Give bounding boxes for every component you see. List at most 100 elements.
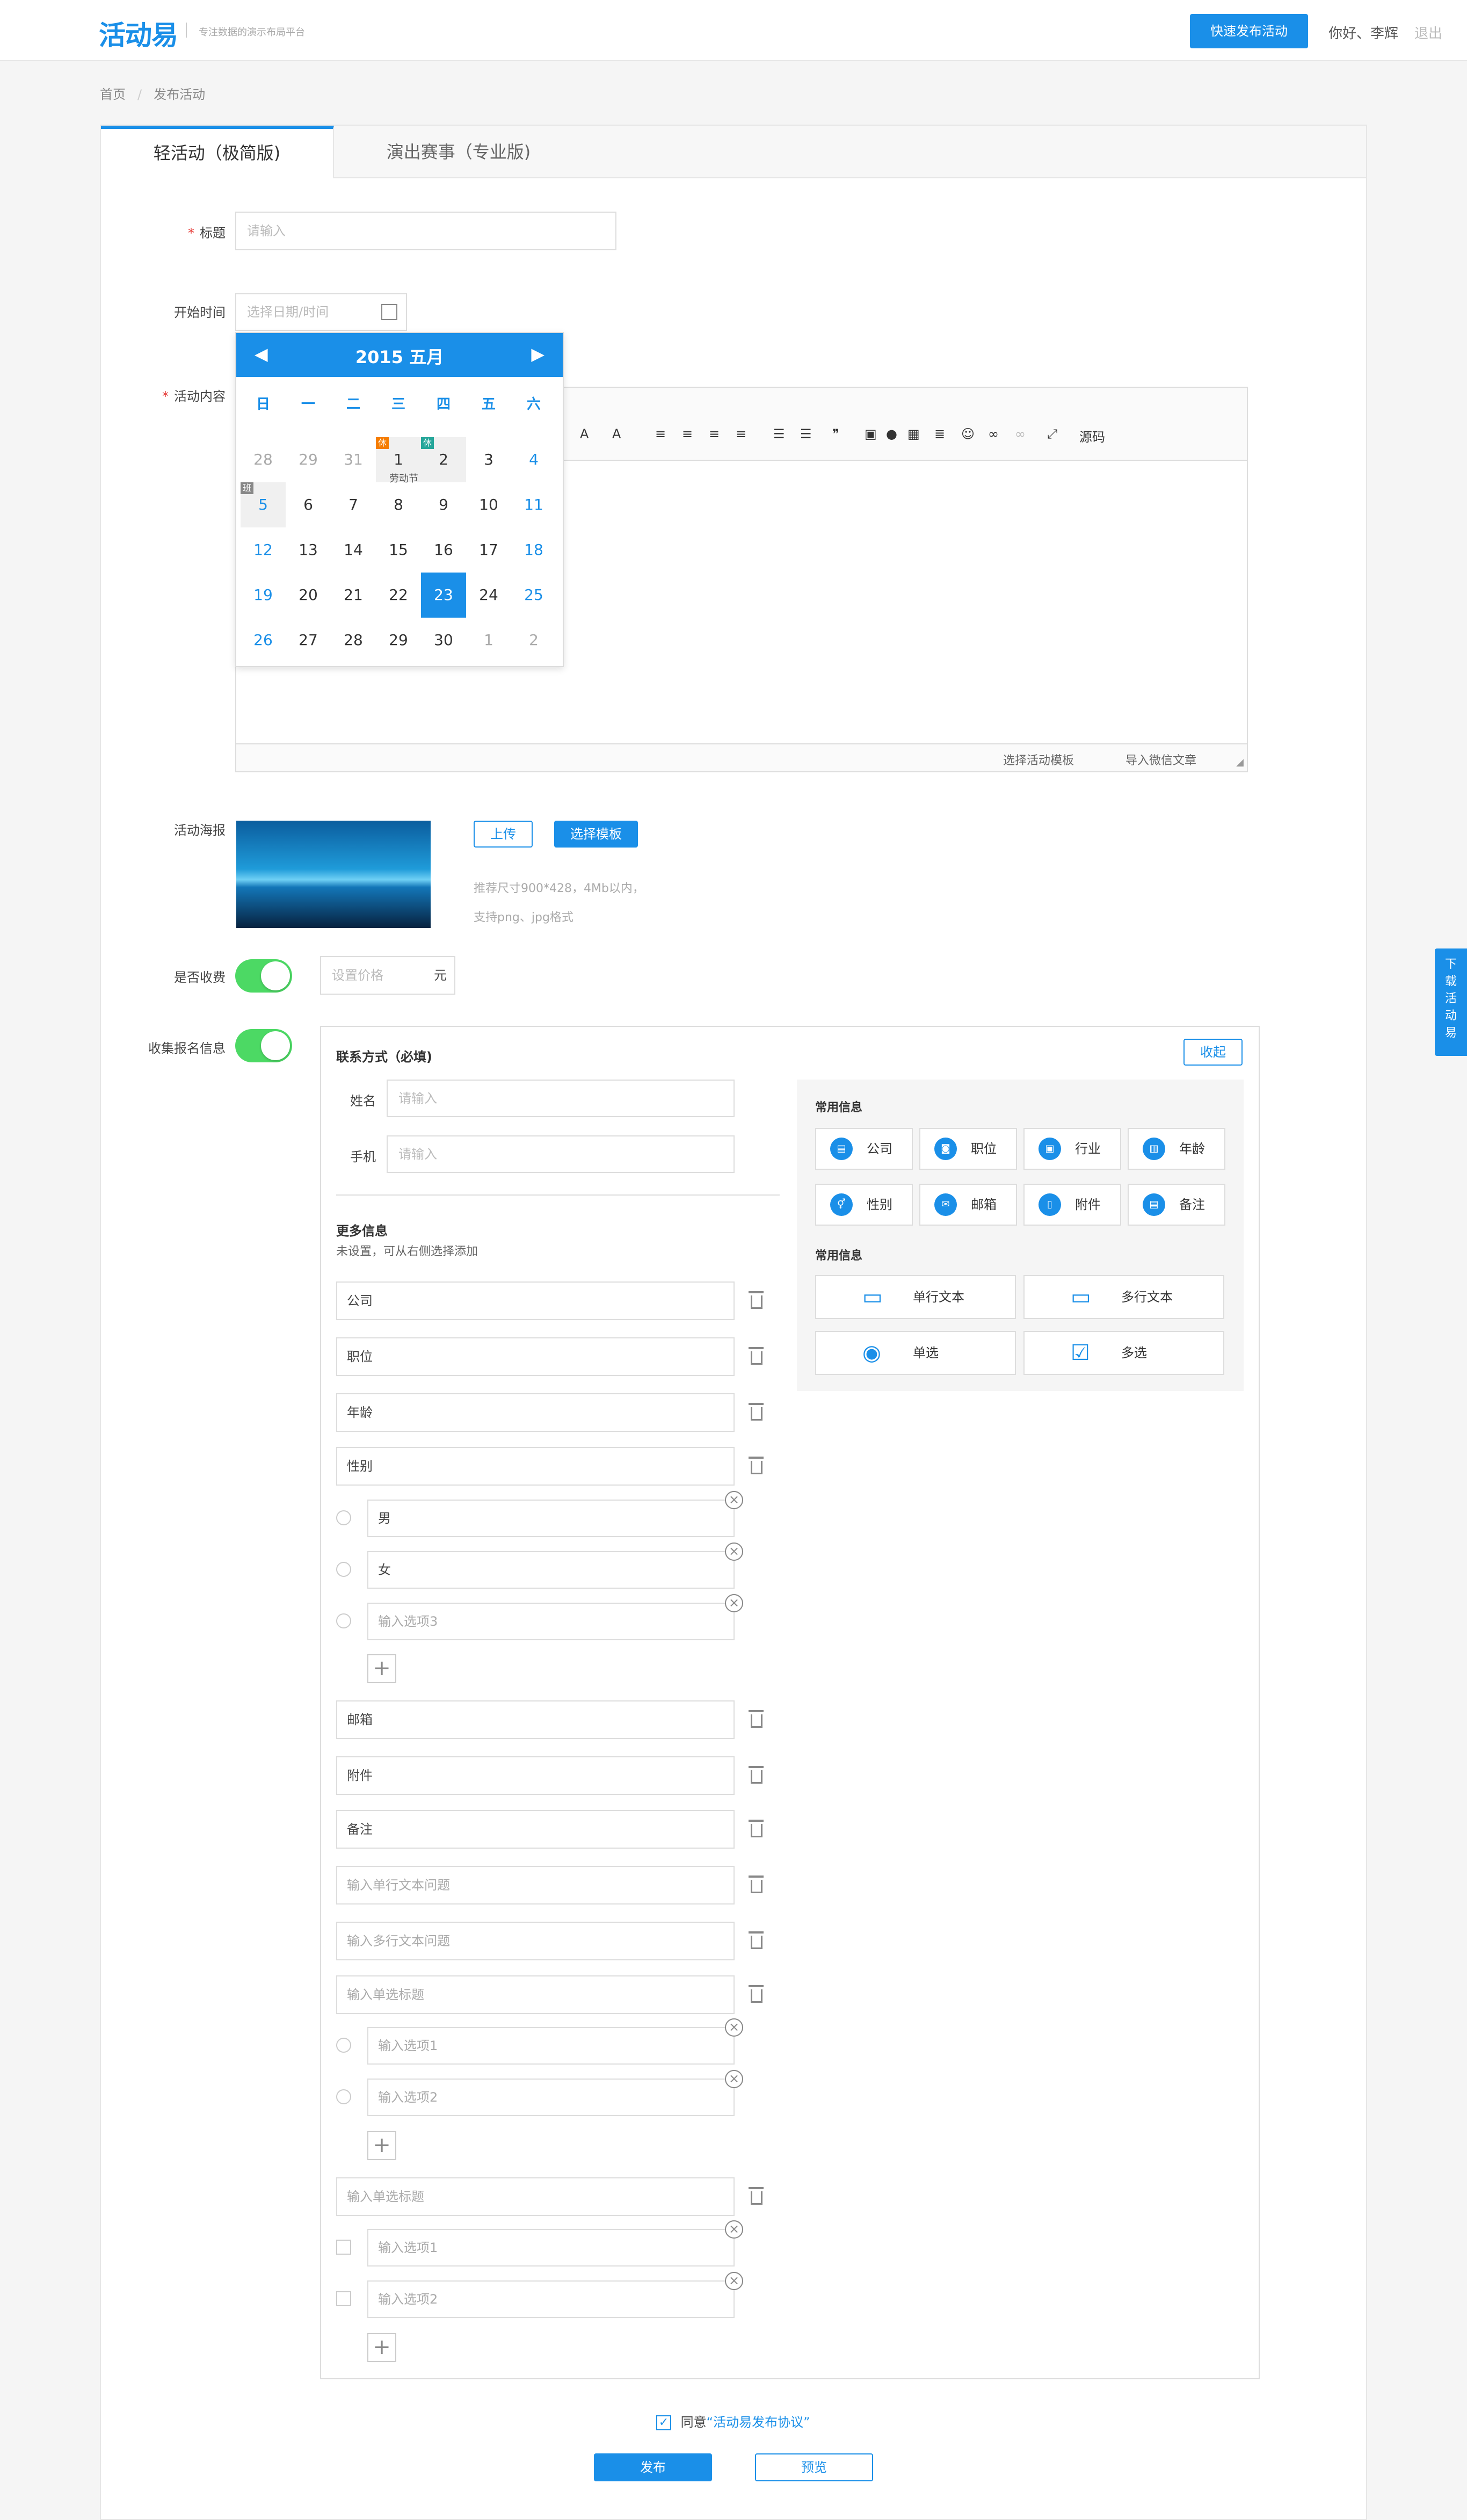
publish-button[interactable]: 发布 [594, 2453, 712, 2481]
resize-handle-icon[interactable]: ◢ [1236, 757, 1244, 768]
form-field[interactable]: 备注 [336, 1810, 735, 1849]
option-input[interactable]: 输入选项3 [367, 1603, 735, 1640]
calendar-day[interactable]: 20 [286, 573, 331, 618]
chip-6[interactable]: ✉ 邮箱 [919, 1184, 1017, 1226]
source-code-button[interactable]: 源码 [1079, 426, 1105, 445]
quick-publish-button[interactable]: 快速发布活动 [1190, 14, 1308, 48]
chip-7[interactable]: ▯ 附件 [1023, 1184, 1121, 1226]
price-input[interactable]: 设置价格元 [320, 956, 455, 995]
form-field[interactable]: 年龄 [336, 1393, 735, 1432]
calendar-day[interactable]: 30 [421, 618, 466, 663]
logout-link[interactable]: 退出 [1414, 23, 1442, 42]
calendar-day[interactable]: 31 [331, 437, 376, 482]
calendar-day[interactable]: 1 [466, 618, 511, 663]
calendar-day[interactable]: 2 [511, 618, 556, 663]
tab-performance[interactable]: 演出赛事（专业版) [335, 126, 582, 178]
chip-8[interactable]: ▤ 备注 [1128, 1184, 1225, 1226]
calendar-day[interactable]: 5班 [241, 482, 286, 527]
calendar-day[interactable]: 21 [331, 573, 376, 618]
checkbox[interactable] [336, 2291, 351, 2306]
select-template-button[interactable]: 选择模板 [554, 821, 638, 848]
logo[interactable]: 活动易 [99, 14, 178, 53]
unlink-icon[interactable]: ∞ [1015, 426, 1026, 441]
collect-toggle[interactable] [235, 1029, 292, 1062]
calendar-icon[interactable] [381, 304, 397, 320]
add-option-button[interactable]: + [367, 2131, 396, 2160]
download-app-tab[interactable]: 下载活动易 [1435, 948, 1467, 1056]
add-option-button[interactable]: + [367, 2333, 396, 2362]
calendar-day[interactable]: 29 [376, 618, 421, 663]
trash-icon[interactable] [747, 1931, 765, 1950]
widget-2[interactable]: ▭ 多行文本 [1023, 1275, 1224, 1319]
form-field[interactable]: 公司 [336, 1281, 735, 1320]
form-field[interactable]: 输入单选标题 [336, 1975, 735, 2014]
trash-icon[interactable] [747, 1347, 765, 1365]
chip-1[interactable]: ▤ 公司 [815, 1128, 913, 1170]
form-field[interactable]: 邮箱 [336, 1700, 735, 1739]
calendar-day[interactable]: 10 [466, 482, 511, 527]
calendar-day[interactable]: 23 [421, 573, 466, 618]
calendar-day[interactable]: 2休 [421, 437, 466, 482]
chip-5[interactable]: ⚥ 性别 [815, 1184, 913, 1226]
remove-option-icon[interactable]: × [725, 1594, 743, 1612]
option-input[interactable]: 输入选项1 [367, 2027, 735, 2065]
radio-button[interactable] [336, 2038, 351, 2053]
calendar-day[interactable]: 15 [376, 527, 421, 573]
upload-button[interactable]: 上传 [474, 821, 533, 848]
collapse-button[interactable]: 收起 [1183, 1039, 1243, 1066]
phone-input[interactable]: 请输入 [387, 1135, 735, 1173]
align-right-icon[interactable]: ≡ [709, 426, 720, 441]
remove-option-icon[interactable]: × [725, 1543, 743, 1561]
calendar-day[interactable]: 3 [466, 437, 511, 482]
video-icon[interactable]: ● [886, 426, 897, 441]
quote-icon[interactable]: ❞ [832, 426, 839, 441]
remove-option-icon[interactable]: × [725, 2018, 743, 2037]
chip-2[interactable]: ◙ 职位 [919, 1128, 1017, 1170]
font-color-icon[interactable]: A [580, 426, 589, 441]
trash-icon[interactable] [747, 1875, 765, 1894]
emoji-icon[interactable]: ☺ [961, 426, 975, 441]
title-input[interactable]: 请输入 [235, 212, 616, 250]
option-input[interactable]: 输入选项1 [367, 2229, 735, 2266]
select-template-link[interactable]: 选择活动模板 [1003, 751, 1074, 768]
calendar-day[interactable]: 4 [511, 437, 556, 482]
calendar-day[interactable]: 27 [286, 618, 331, 663]
calendar-day[interactable]: 24 [466, 573, 511, 618]
name-input[interactable]: 请输入 [387, 1080, 735, 1117]
calendar-day[interactable]: 14 [331, 527, 376, 573]
calendar-day[interactable]: 25 [511, 573, 556, 618]
fullscreen-icon[interactable]: ⤢ [1047, 426, 1057, 441]
remove-option-icon[interactable]: × [725, 1491, 743, 1509]
chip-4[interactable]: ▥ 年龄 [1128, 1128, 1225, 1170]
checkbox[interactable] [336, 2240, 351, 2255]
option-input[interactable]: 女 [367, 1551, 735, 1589]
image-icon[interactable]: ▣ [865, 426, 877, 441]
table-icon[interactable]: ▦ [907, 426, 920, 441]
form-field[interactable]: 职位 [336, 1337, 735, 1376]
calendar-day[interactable]: 17 [466, 527, 511, 573]
trash-icon[interactable] [747, 2187, 765, 2205]
remove-option-icon[interactable]: × [725, 2070, 743, 2088]
align-center-icon[interactable]: ≡ [682, 426, 693, 441]
fee-toggle[interactable] [235, 959, 292, 993]
add-option-button[interactable]: + [367, 1654, 396, 1683]
agreement-link[interactable]: “活动易发布协议” [707, 2415, 810, 2430]
radio-button[interactable] [336, 1562, 351, 1577]
trash-icon[interactable] [747, 1985, 765, 2003]
chip-3[interactable]: ▣ 行业 [1023, 1128, 1121, 1170]
calendar-day[interactable]: 13 [286, 527, 331, 573]
align-left-icon[interactable]: ≡ [655, 426, 666, 441]
remove-option-icon[interactable]: × [725, 2272, 743, 2290]
calendar-day[interactable]: 1 休劳动节 [376, 437, 421, 484]
calendar-day[interactable]: 29 [286, 437, 331, 482]
justify-icon[interactable]: ≡ [736, 426, 746, 441]
calendar-day[interactable]: 8 [376, 482, 421, 527]
radio-button[interactable] [336, 2089, 351, 2104]
calendar-day[interactable]: 12 [241, 527, 286, 573]
calendar-day[interactable]: 7 [331, 482, 376, 527]
link-icon[interactable]: ∞ [988, 426, 999, 441]
form-field[interactable]: 输入单行文本问题 [336, 1866, 735, 1905]
calendar-day[interactable]: 28 [241, 437, 286, 482]
option-input[interactable]: 输入选项2 [367, 2079, 735, 2116]
calendar-day[interactable]: 19 [241, 573, 286, 618]
